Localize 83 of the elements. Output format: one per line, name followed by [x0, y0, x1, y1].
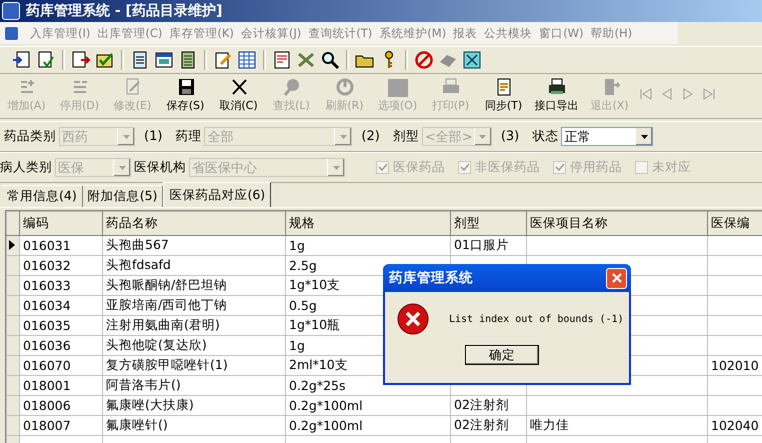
table-cell: 注射用氨曲南(君明) — [102, 316, 286, 336]
field-label: 状态 — [532, 128, 558, 145]
field-label: 药品类别 — [4, 128, 56, 145]
menu-item[interactable]: 入库管理(I) — [30, 26, 90, 40]
table-cell: 016070 — [20, 356, 102, 376]
menu-item[interactable]: 报表 — [453, 26, 478, 40]
list-icon[interactable] — [272, 50, 292, 70]
menu-item[interactable]: 会计核算(J) — [240, 26, 302, 40]
table-cell: 头孢曲567 — [102, 236, 286, 256]
table-cell: 1g — [286, 236, 450, 256]
shortcut-label: (1) — [144, 129, 162, 144]
toolbar-button[interactable]: 接口导出 — [530, 75, 583, 117]
table-cell: 氟康唑(大扶康) — [102, 396, 286, 416]
magnifier-icon[interactable] — [320, 50, 340, 70]
document-edit-icon[interactable] — [213, 50, 233, 70]
dropdown-arrow-icon[interactable] — [640, 134, 648, 138]
field-label: 剂型 — [392, 128, 419, 145]
toolbar-button[interactable]: 保存(S) — [159, 75, 212, 117]
table-cell: 氟康唑针() — [102, 416, 286, 436]
table-cell: 阿昔洛韦片() — [102, 376, 286, 396]
column-header[interactable]: 规格 — [286, 212, 450, 236]
field-label: 药理 — [175, 128, 202, 145]
table-cell: 0.2g*100ml — [286, 396, 450, 416]
refresh-icon — [334, 77, 354, 97]
menu-item[interactable]: 系统维护(M) — [379, 26, 446, 40]
error-icon[interactable] — [397, 303, 429, 335]
row-indicator[interactable] — [6, 236, 20, 256]
grid-icon[interactable] — [237, 50, 257, 70]
ok-button[interactable]: 确定 — [465, 345, 539, 365]
shortcut-label: (2) — [361, 129, 380, 144]
document-icon[interactable] — [71, 50, 91, 70]
table-cell: 016033 — [20, 276, 102, 296]
table-cell: 0.2g*100ml — [286, 416, 450, 436]
document-check-icon[interactable] — [36, 50, 56, 70]
table-cell: 018007 — [20, 416, 102, 436]
table-cell: 016035 — [20, 316, 102, 336]
toolbar-button[interactable]: 同步(T) — [477, 75, 530, 117]
close-button[interactable] — [606, 268, 627, 288]
table-cell: 复方磺胺甲噁唑针(1) — [102, 356, 286, 376]
table-cell: 头孢他啶(复达欣) — [102, 336, 286, 356]
shortcut-label: (3) — [500, 129, 520, 144]
stop-icon[interactable] — [414, 50, 434, 70]
window-title: 药库管理系统 - [药品目录维护] — [26, 2, 222, 20]
column-header[interactable]: 医保项目名称 — [526, 212, 708, 236]
app-icon — [4, 26, 19, 40]
menu-item[interactable]: 公共模块 — [484, 26, 532, 40]
close-icon[interactable] — [462, 50, 482, 70]
document-icon[interactable] — [12, 50, 32, 70]
table-cell: 亚胺培南/西司他丁钠 — [102, 296, 286, 316]
dropdown[interactable]: 正常 — [561, 127, 654, 146]
column-header[interactable]: 编码 — [20, 212, 102, 236]
printer-icon — [546, 77, 566, 97]
dialog-message: List index out of bounds (-1) — [449, 314, 624, 324]
field-label: 病人类别 — [0, 159, 52, 176]
tab[interactable]: 常用信息(4) — [2, 185, 83, 207]
menu-item[interactable]: 窗口(W) — [539, 26, 584, 40]
row-indicator — [6, 212, 20, 236]
toolbar-button[interactable]: 取消(C) — [212, 75, 265, 117]
table-cell: 02注射剂 — [450, 416, 526, 436]
table-cell: 016032 — [20, 256, 102, 276]
menu-item[interactable]: 帮助(H) — [590, 26, 632, 40]
table-cell: 016036 — [20, 336, 102, 356]
table-cell: 016034 — [20, 296, 102, 316]
menu-item[interactable]: 出库管理(C) — [97, 26, 162, 40]
table-cell: 头孢fdsafd — [102, 256, 286, 276]
column-header[interactable]: 药品名称 — [102, 212, 286, 236]
table-cell: 018001 — [20, 376, 102, 396]
magnifier-icon — [282, 77, 302, 97]
current-row-icon[interactable] — [9, 240, 15, 250]
table-cell: 唯力佳 — [526, 416, 708, 436]
menu-item[interactable]: 查询统计(T) — [308, 26, 372, 40]
table-cell: 016031 — [20, 236, 102, 256]
column-header[interactable]: 剂型 — [450, 212, 526, 236]
window-icon[interactable] — [154, 50, 174, 70]
table-cell: 头孢哌酮钠/舒巴坦钠 — [102, 276, 286, 296]
app-icon — [2, 2, 20, 20]
tab[interactable]: 医保药品对应(6) — [163, 182, 272, 207]
column-header[interactable]: 医保编 — [708, 212, 762, 236]
table-cell: 018006 — [20, 396, 102, 416]
menu-item[interactable]: 库存管理(K) — [169, 26, 234, 40]
table-cell: 02注射剂 — [450, 396, 526, 416]
field-label: 医保机构 — [134, 159, 186, 176]
table-cell: 01口服片 — [450, 236, 526, 256]
